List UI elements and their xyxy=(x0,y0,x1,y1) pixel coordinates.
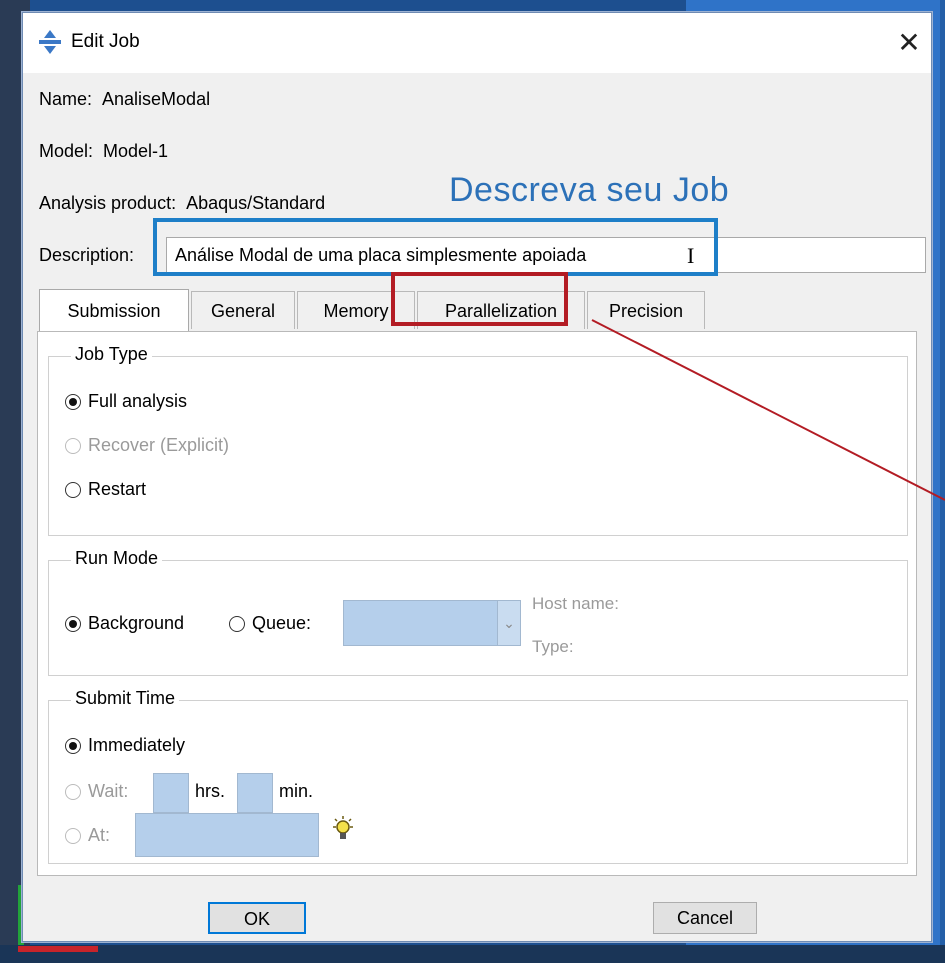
wait-option: Wait: xyxy=(65,781,128,802)
restart-radio[interactable] xyxy=(65,481,81,498)
model-label: Model: xyxy=(39,141,94,161)
type-label: Type: xyxy=(532,637,574,656)
at-option: At: xyxy=(65,825,110,846)
name-row: Name: AnaliseModal xyxy=(39,89,210,110)
restart-label: Restart xyxy=(88,479,147,499)
host-name-label: Host name: xyxy=(532,594,619,613)
abaqus-app-icon xyxy=(39,30,61,54)
at-radio xyxy=(65,827,81,844)
background-option[interactable]: Background xyxy=(65,613,184,634)
background-radio[interactable] xyxy=(65,615,81,632)
min-label: min. xyxy=(279,781,314,801)
full-analysis-radio[interactable] xyxy=(65,393,81,410)
submit-time-group: Submit Time Immediately Wait: hrs. min. … xyxy=(48,688,908,864)
queue-label: Queue: xyxy=(252,613,312,633)
close-button[interactable]: ✕ xyxy=(891,25,927,61)
wait-radio xyxy=(65,783,81,800)
wait-label: Wait: xyxy=(88,781,129,801)
text-cursor-icon: I xyxy=(687,243,695,268)
job-type-group: Job Type Full analysis Recover (Explicit… xyxy=(48,344,908,536)
wait-minutes-input xyxy=(237,773,273,813)
immediately-option[interactable]: Immediately xyxy=(65,735,185,756)
title-bar[interactable]: Edit Job ✕ xyxy=(23,13,931,73)
model-row: Model: Model-1 xyxy=(39,141,168,162)
cancel-button[interactable]: Cancel xyxy=(653,902,757,934)
description-input[interactable] xyxy=(166,237,926,273)
run-mode-title: Run Mode xyxy=(71,548,163,569)
full-analysis-option[interactable]: Full analysis xyxy=(65,391,187,412)
ok-button[interactable]: OK xyxy=(208,902,306,934)
wait-hours-input xyxy=(153,773,189,813)
queue-select[interactable]: ⌄ xyxy=(343,600,521,646)
tab-general[interactable]: General xyxy=(191,291,295,329)
description-label: Description: xyxy=(39,245,135,265)
analysis-product-label: Analysis product: xyxy=(39,193,177,213)
chevron-down-icon[interactable]: ⌄ xyxy=(497,601,520,645)
parallelization-highlight-box xyxy=(391,272,568,326)
immediately-label: Immediately xyxy=(88,735,186,755)
queue-radio[interactable] xyxy=(229,615,245,632)
at-time-input xyxy=(135,813,319,857)
description-annotation: Descreva seu Job xyxy=(449,171,730,209)
model-value: Model-1 xyxy=(103,141,169,161)
triad-x-axis xyxy=(18,946,98,952)
job-type-title: Job Type xyxy=(71,344,152,365)
hrs-label: hrs. xyxy=(195,781,226,801)
at-label: At: xyxy=(88,825,111,845)
submit-time-title: Submit Time xyxy=(71,688,180,709)
submission-panel: Job Type Full analysis Recover (Explicit… xyxy=(37,331,917,876)
recover-explicit-label: Recover (Explicit) xyxy=(88,435,230,455)
recover-explicit-option: Recover (Explicit) xyxy=(65,435,229,456)
analysis-product-row: Analysis product: Abaqus/Standard xyxy=(39,193,325,214)
edit-job-dialog: Edit Job ✕ Name: AnaliseModal Model: Model… xyxy=(22,12,932,942)
name-label: Name: xyxy=(39,89,93,109)
recover-explicit-radio xyxy=(65,437,81,454)
analysis-product-value: Abaqus/Standard xyxy=(186,193,326,213)
immediately-radio[interactable] xyxy=(65,737,81,754)
tab-submission[interactable]: Submission xyxy=(39,289,189,331)
background-app-bottom xyxy=(0,945,945,963)
restart-option[interactable]: Restart xyxy=(65,479,146,500)
lightbulb-icon[interactable] xyxy=(331,815,355,845)
tab-precision[interactable]: Precision xyxy=(587,291,705,329)
run-mode-group: Run Mode Background Queue: ⌄ Host name: … xyxy=(48,548,908,676)
background-label: Background xyxy=(88,613,185,633)
background-app-edge xyxy=(940,0,945,963)
queue-option[interactable]: Queue: xyxy=(229,613,311,634)
dialog-title: Edit Job xyxy=(71,31,140,52)
full-analysis-label: Full analysis xyxy=(88,391,188,411)
name-value: AnaliseModal xyxy=(102,89,211,109)
